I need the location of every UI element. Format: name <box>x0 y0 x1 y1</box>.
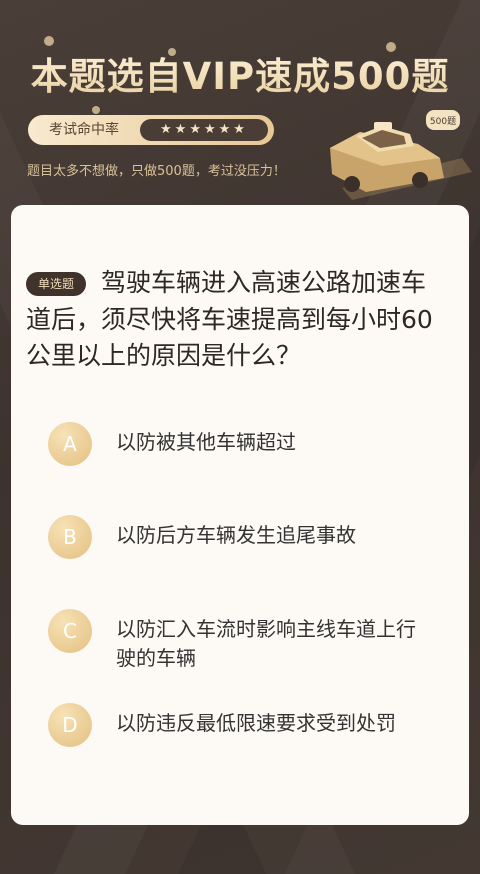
hit-rate-label: 考试命中率 <box>49 122 119 138</box>
taxi-sign-text: 500题 <box>430 116 456 127</box>
banner-subtitle: 题目太多不想做，只做500题，考过没压力！ <box>27 164 286 179</box>
question-text: 驾驶车辆进入高速公路加速车道后，须尽快将车速提高到每小时60公里以上的原因是什么… <box>26 268 433 370</box>
option-d-text: 以防违反最低限速要求受到处罚 <box>116 711 396 735</box>
hit-rate-stars: ★★★★★★ <box>140 119 268 141</box>
option-c-letter: C <box>48 609 92 653</box>
option-a-letter: A <box>48 422 92 466</box>
option-c[interactable]: C 以防汇入车流时影响主线车道上行驶的车辆 <box>48 609 448 675</box>
option-b-text: 以防后方车辆发生追尾事故 <box>116 523 356 547</box>
option-b[interactable]: B 以防后方车辆发生追尾事故 <box>48 515 448 559</box>
decor-dot <box>44 36 54 46</box>
option-d[interactable]: D 以防违反最低限速要求受到处罚 <box>48 703 448 769</box>
option-a[interactable]: A 以防被其他车辆超过 <box>48 422 448 466</box>
taxi-illustration: 500题 <box>330 110 472 200</box>
decor-dot <box>92 106 100 114</box>
option-a-text: 以防被其他车辆超过 <box>116 430 296 454</box>
option-b-letter: B <box>48 515 92 559</box>
option-d-letter: D <box>48 703 92 747</box>
hit-rate-pill: 考试命中率 ★★★★★★ <box>28 115 274 145</box>
option-c-text: 以防汇入车流时影响主线车道上行驶的车辆 <box>116 617 416 670</box>
vip-headline: 本题选自VIP速成500题 <box>0 46 480 100</box>
